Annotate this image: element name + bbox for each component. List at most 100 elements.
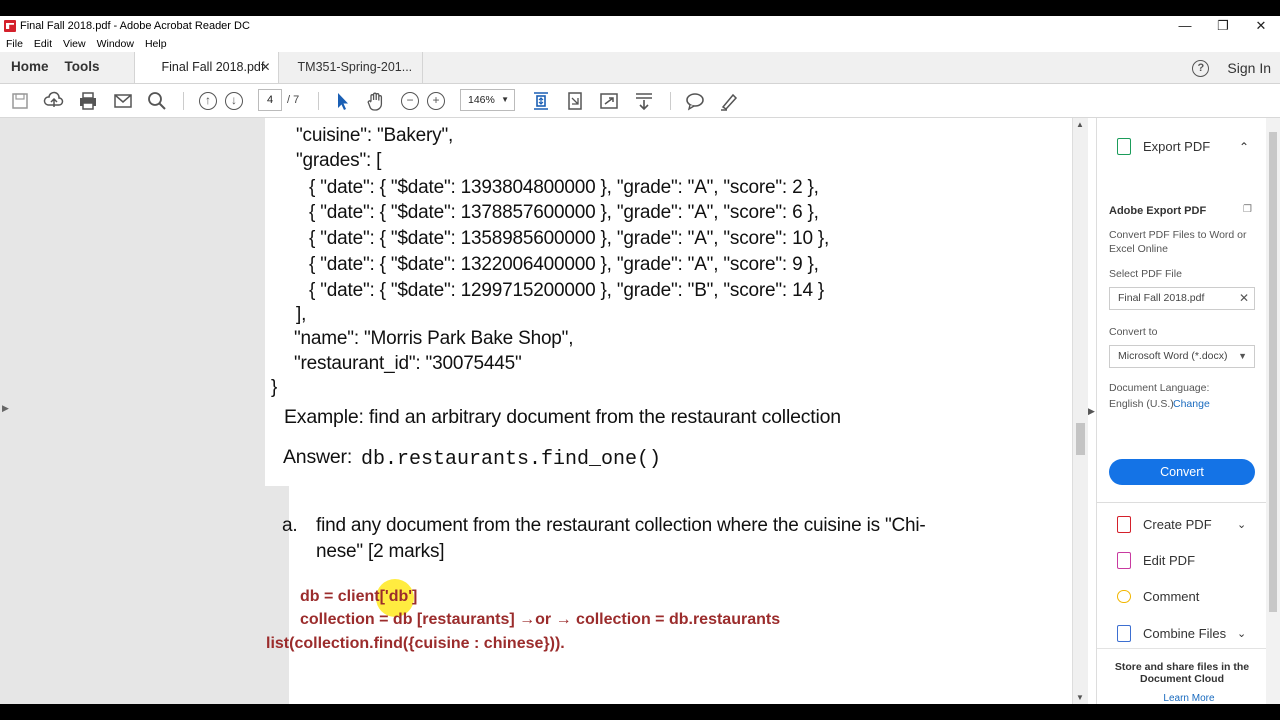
- select-cursor-icon[interactable]: [331, 90, 353, 112]
- page-up-icon[interactable]: ↑: [199, 92, 217, 110]
- tab-bar: Home Tools Final Fall 2018.pdf ✕ TM351-S…: [0, 52, 1280, 84]
- combine-files-icon: [1117, 625, 1131, 642]
- right-panel-toggle-icon[interactable]: ▶: [1088, 406, 1095, 417]
- create-pdf-icon: [1117, 516, 1131, 533]
- comment-icon: [1117, 590, 1131, 603]
- example-text: Example: find an arbitrary document from…: [284, 406, 841, 428]
- acrobat-app-icon: [4, 20, 16, 32]
- pdf-page: "cuisine": "Bakery", "grades": [ { "date…: [265, 118, 1072, 704]
- code-line: { "date": { "$date": 1378857600000 }, "g…: [309, 202, 819, 223]
- create-pdf-tool[interactable]: Create PDF ⌄: [1117, 516, 1246, 533]
- chevron-down-icon: ▼: [501, 95, 509, 104]
- email-icon[interactable]: [112, 90, 134, 112]
- panel-scroll-thumb[interactable]: [1269, 132, 1277, 612]
- selected-file-field[interactable]: Final Fall 2018.pdf ✕: [1109, 287, 1255, 310]
- tab-document-2-label: TM351-Spring-201...: [297, 60, 413, 74]
- search-icon[interactable]: [146, 90, 168, 112]
- save-icon[interactable]: [9, 90, 31, 112]
- answer-label: Answer:: [283, 446, 353, 468]
- question-text: find any document from the restaurant co…: [316, 515, 926, 536]
- left-panel-toggle-icon[interactable]: ▶: [2, 403, 9, 414]
- chevron-down-icon: ▼: [1238, 351, 1247, 361]
- answer-line: list(collection.find({cuisine : chinese}…: [266, 635, 565, 652]
- panel-description: Convert PDF Files to Word or Excel Onlin…: [1109, 229, 1247, 255]
- read-mode-icon[interactable]: [633, 90, 655, 112]
- tab-tools[interactable]: Tools: [59, 52, 110, 83]
- page-total: / 7: [287, 94, 300, 106]
- chevron-down-icon[interactable]: ⌄: [1237, 518, 1246, 531]
- panel-divider: [1097, 502, 1267, 503]
- comment-label: Comment: [1143, 589, 1200, 604]
- convert-to-select[interactable]: Microsoft Word (*.docx) ▼: [1109, 345, 1255, 368]
- copy-icon[interactable]: ❐: [1243, 204, 1252, 215]
- close-tab-icon[interactable]: ✕: [260, 52, 270, 82]
- edit-pdf-label: Edit PDF: [1143, 553, 1196, 568]
- scroll-down-icon[interactable]: ▼: [1076, 693, 1084, 702]
- highlight-icon[interactable]: [718, 90, 740, 112]
- close-window-button[interactable]: ✕: [1242, 16, 1280, 36]
- page-down-icon[interactable]: ↓: [225, 92, 243, 110]
- answer-line: db = client['db']: [300, 588, 418, 605]
- maximize-button[interactable]: ❐: [1204, 16, 1242, 36]
- minimize-button[interactable]: —: [1166, 16, 1204, 36]
- zoom-in-icon[interactable]: +: [427, 92, 445, 110]
- menu-help[interactable]: Help: [145, 36, 167, 52]
- export-pdf-header[interactable]: Export PDF ⌃: [1117, 138, 1249, 155]
- page-number-input[interactable]: 4: [258, 89, 282, 111]
- zoom-value: 146%: [468, 94, 495, 106]
- menu-view[interactable]: View: [63, 36, 86, 52]
- convert-to-label: Convert to: [1109, 326, 1158, 338]
- combine-files-tool[interactable]: Combine Files ⌄: [1117, 625, 1246, 642]
- scroll-up-icon[interactable]: ▲: [1076, 120, 1084, 129]
- comment-tool[interactable]: Comment: [1117, 589, 1199, 604]
- tab-document-active[interactable]: Final Fall 2018.pdf ✕: [133, 52, 279, 83]
- document-scrollbar[interactable]: ▲ ▼: [1072, 118, 1088, 704]
- help-icon[interactable]: ?: [1192, 59, 1210, 77]
- clear-file-icon[interactable]: ✕: [1239, 288, 1249, 309]
- answer-code: db.restaurants.find_one(): [361, 448, 662, 471]
- code-line: "grades": [: [296, 150, 382, 171]
- scroll-thumb[interactable]: [1076, 423, 1085, 455]
- answer-line: collection = db [restaurants] →or → coll…: [300, 611, 781, 628]
- export-pdf-icon: [1117, 138, 1131, 155]
- zoom-select[interactable]: 146% ▼: [460, 89, 515, 111]
- convert-to-value: Microsoft Word (*.docx): [1118, 350, 1228, 362]
- fullscreen-icon[interactable]: [598, 90, 620, 112]
- cloud-promo-text: Store and share files in the Document Cl…: [1114, 661, 1250, 685]
- menu-window[interactable]: Window: [97, 36, 134, 52]
- convert-button[interactable]: Convert: [1109, 459, 1255, 485]
- tab-document-2[interactable]: TM351-Spring-201...: [279, 52, 423, 83]
- change-language-link[interactable]: Change: [1173, 398, 1210, 410]
- create-pdf-label: Create PDF: [1143, 517, 1212, 532]
- language-label: Document Language:: [1109, 382, 1210, 394]
- title-bar: Final Fall 2018.pdf - Adobe Acrobat Read…: [0, 16, 1280, 36]
- learn-more-link[interactable]: Learn More: [1107, 693, 1271, 704]
- code-line: { "date": { "$date": 1299715200000 }, "g…: [309, 280, 825, 301]
- toolbar-divider: [670, 92, 671, 110]
- edit-pdf-tool[interactable]: Edit PDF: [1117, 552, 1195, 569]
- combine-files-label: Combine Files: [1143, 626, 1227, 641]
- toolbar-divider: [183, 92, 184, 110]
- panel-scrollbar[interactable]: [1266, 118, 1280, 704]
- fit-page-icon[interactable]: [530, 90, 552, 112]
- chevron-up-icon[interactable]: ⌃: [1239, 140, 1249, 154]
- panel-title: Adobe Export PDF: [1109, 205, 1207, 217]
- upload-icon[interactable]: [43, 90, 65, 112]
- toolbar: ↑ ↓ 4 / 7 − + 146% ▼: [0, 84, 1280, 118]
- selected-file-name: Final Fall 2018.pdf: [1118, 292, 1205, 304]
- chevron-down-icon[interactable]: ⌄: [1237, 627, 1246, 640]
- code-line: }: [271, 377, 278, 398]
- menu-edit[interactable]: Edit: [34, 36, 52, 52]
- sign-in-link[interactable]: Sign In: [1227, 60, 1271, 76]
- hand-icon[interactable]: [365, 90, 387, 112]
- comment-icon[interactable]: [684, 90, 706, 112]
- export-pdf-label: Export PDF: [1143, 139, 1211, 154]
- print-icon[interactable]: [77, 90, 99, 112]
- tab-home[interactable]: Home: [0, 52, 59, 83]
- window-title: Final Fall 2018.pdf - Adobe Acrobat Read…: [20, 20, 250, 32]
- zoom-out-icon[interactable]: −: [401, 92, 419, 110]
- window-controls: — ❐ ✕: [1166, 16, 1280, 36]
- document-viewport[interactable]: ▶ "cuisine": "Bakery", "grades": [ { "da…: [0, 118, 1072, 704]
- rotate-icon[interactable]: [564, 90, 586, 112]
- menu-file[interactable]: File: [6, 36, 23, 52]
